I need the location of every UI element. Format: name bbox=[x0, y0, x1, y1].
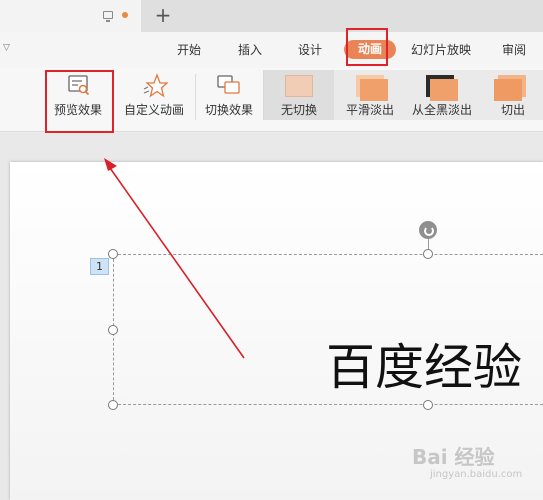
transition-fade-from-black-label: 从全黑淡出 bbox=[412, 103, 473, 117]
transition-smooth-fade-thumb-front bbox=[360, 79, 388, 101]
new-tab-plus-icon[interactable]: + bbox=[152, 4, 174, 26]
star-icon bbox=[143, 73, 168, 98]
ribbon-divider bbox=[195, 74, 196, 120]
monitor-icon bbox=[103, 11, 113, 22]
transition-fade-from-black-thumb-front bbox=[430, 79, 458, 101]
transition-smooth-fade-label: 平滑淡出 bbox=[346, 103, 395, 117]
resize-handle-top-center[interactable] bbox=[423, 249, 433, 259]
watermark-url: jingyan.baidu.com bbox=[430, 469, 523, 480]
rotate-handle-icon[interactable] bbox=[419, 221, 437, 239]
chevron-down-icon[interactable]: ▽ bbox=[3, 44, 11, 53]
transition-cut-label: 切出 bbox=[501, 103, 526, 117]
transition-none-thumb bbox=[285, 75, 313, 97]
custom-animation-label: 自定义动画 bbox=[124, 103, 185, 117]
document-tab[interactable] bbox=[0, 0, 141, 32]
watermark-logo: Bai 经验 bbox=[412, 445, 495, 469]
menu-tab-design[interactable]: 设计 bbox=[298, 42, 322, 58]
switch-effect-icon bbox=[217, 75, 240, 94]
transition-none-label: 无切换 bbox=[281, 103, 318, 117]
custom-animation-button[interactable]: 自定义动画 bbox=[122, 70, 188, 120]
resize-handle-bottom-left[interactable] bbox=[108, 400, 118, 410]
transition-none[interactable]: 无切换 bbox=[264, 70, 334, 120]
transition-fade-from-black[interactable]: 从全黑淡出 bbox=[406, 70, 478, 120]
menu-tab-insert[interactable]: 插入 bbox=[238, 42, 262, 58]
switch-effect-label: 切换效果 bbox=[205, 103, 254, 117]
transition-smooth-fade[interactable]: 平滑淡出 bbox=[340, 70, 402, 120]
animation-tab-highlight-box bbox=[346, 28, 388, 66]
slide-title-text[interactable]: 百度经验 bbox=[326, 336, 522, 400]
transition-cut-thumb-front bbox=[494, 79, 522, 101]
menu-tab-home[interactable]: 开始 bbox=[177, 42, 201, 58]
menu-tab-review[interactable]: 审阅 bbox=[502, 42, 526, 58]
transition-cut[interactable]: 切出 bbox=[484, 70, 543, 120]
menu-tab-slideshow[interactable]: 幻灯片放映 bbox=[411, 42, 471, 58]
resize-handle-middle-left[interactable] bbox=[108, 325, 118, 335]
animation-order-badge[interactable]: 1 bbox=[90, 258, 109, 275]
preview-button-highlight-box bbox=[45, 70, 114, 133]
switch-effect-button[interactable]: 切换效果 bbox=[202, 70, 258, 120]
resize-handle-bottom-center[interactable] bbox=[423, 400, 433, 410]
resize-handle-top-left[interactable] bbox=[108, 249, 118, 259]
unsaved-dot-icon bbox=[122, 12, 128, 18]
